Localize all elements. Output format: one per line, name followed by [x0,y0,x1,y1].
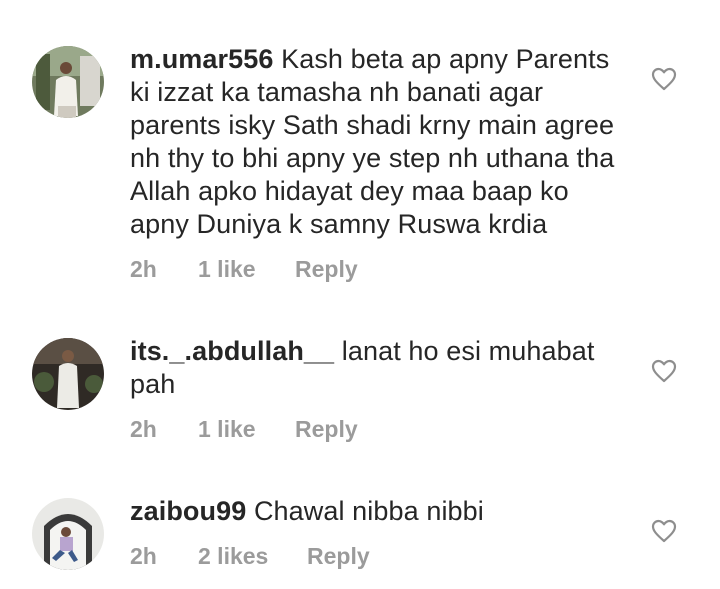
timestamp: 2h [130,543,157,569]
avatar[interactable] [32,498,104,570]
comment-meta: 2h 1 like Reply [130,256,358,283]
comment-text: its._.abdullah__ lanat ho esi muhabat pa… [130,335,630,401]
comment-meta: 2h 2 likes Reply [130,543,370,570]
comment-text: m.umar556 Kash beta ap apny Parents ki i… [130,43,630,241]
comment-line: pah [130,369,176,399]
comment-line: ki izzat ka tamasha nh banati agar [130,77,544,107]
like-button[interactable] [651,519,677,543]
comment-meta: 2h 1 like Reply [130,416,358,443]
username-link[interactable]: zaibou99 [130,496,246,526]
username-link[interactable]: its._.abdullah__ [130,336,334,366]
avatar[interactable] [32,338,104,410]
username-link[interactable]: m.umar556 [130,44,273,74]
comment-line: apny Duniya k samny Ruswa krdia [130,209,548,239]
comment-line: Chawal nibba nibbi [253,496,484,526]
likes-count[interactable]: 1 like [198,416,295,443]
reply-button[interactable]: Reply [307,543,370,570]
like-button[interactable] [651,67,677,91]
comment-text: zaibou99 Chawal nibba nibbi [130,495,630,528]
heart-outline-icon [651,67,677,91]
like-button[interactable] [651,359,677,383]
heart-outline-icon [651,359,677,383]
comment-line: parents isky Sath shadi krny main agree [130,110,615,140]
comment-line: Allah apko hidayat dey maa baap ko [130,176,569,206]
comment-line: lanat ho esi muhabat [341,336,595,366]
comment-item: zaibou99 Chawal nibba nibbi 2h 2 likes R… [0,460,720,589]
comment-item: its._.abdullah__ lanat ho esi muhabat pa… [0,300,720,460]
reply-button[interactable]: Reply [295,256,358,283]
timestamp: 2h [130,256,157,282]
likes-count[interactable]: 2 likes [198,543,307,570]
timestamp: 2h [130,416,157,442]
heart-outline-icon [651,519,677,543]
comment-item: m.umar556 Kash beta ap apny Parents ki i… [0,0,720,300]
avatar[interactable] [32,46,104,118]
comment-line: Kash beta ap apny Parents [281,44,610,74]
reply-button[interactable]: Reply [295,416,358,443]
comment-line: nh thy to bhi apny ye step nh uthana tha [130,143,615,173]
likes-count[interactable]: 1 like [198,256,295,283]
